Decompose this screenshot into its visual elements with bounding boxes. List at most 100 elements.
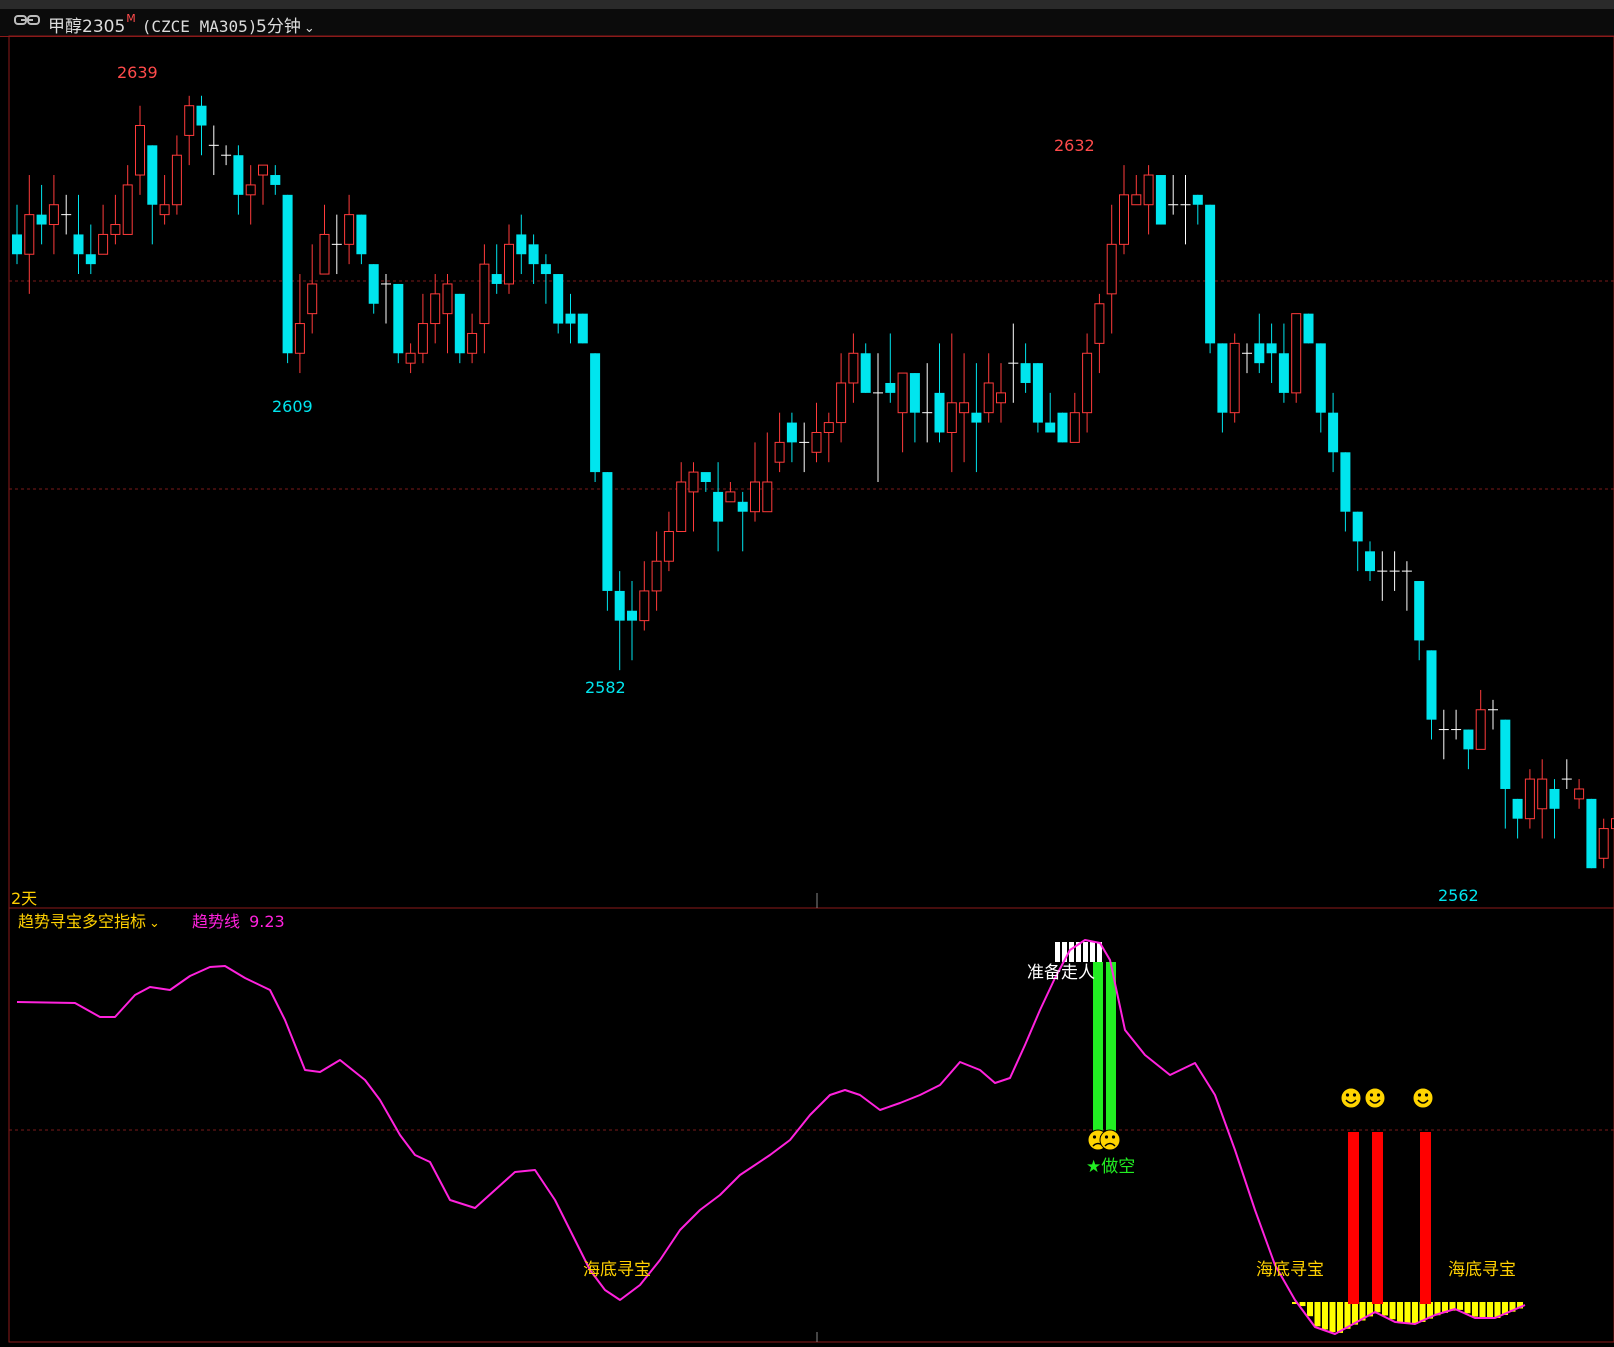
candle-body [1217, 343, 1228, 413]
candle [1020, 343, 1031, 393]
candle [737, 491, 748, 552]
candle-body [1069, 412, 1080, 443]
candle-body [135, 125, 145, 176]
face-eye [1104, 1135, 1109, 1139]
candle [430, 274, 441, 344]
bottom-fill-bar [1344, 1302, 1351, 1329]
short-signal-label: ★做空 [1086, 1157, 1136, 1177]
candle [934, 343, 945, 443]
bottom-fill-bar [1487, 1302, 1493, 1318]
bottom-fill-bar [1472, 1302, 1478, 1317]
candle-body [996, 392, 1006, 404]
candle-body [479, 263, 490, 325]
candle [848, 333, 859, 403]
candle-body [700, 472, 711, 482]
candle [233, 145, 244, 215]
candle-body [823, 422, 834, 433]
candle [1598, 818, 1609, 869]
candle [614, 571, 625, 671]
candle-body [344, 214, 355, 245]
bottom-fill-bar [1314, 1302, 1321, 1327]
candle-body [110, 224, 121, 235]
candle [184, 95, 195, 166]
chart-canvas[interactable] [0, 0, 1614, 1347]
trend-line-legend: 趋势线 9.23 [192, 908, 285, 932]
candle-body [909, 373, 920, 413]
buy-signal-bar [1372, 1132, 1383, 1304]
candle-body [368, 264, 379, 304]
candle-body [1131, 194, 1142, 206]
candle [1414, 581, 1425, 661]
candle [1168, 175, 1179, 215]
candle-body [676, 481, 687, 533]
candle-body [159, 204, 170, 216]
candle [602, 472, 613, 611]
candle-body [774, 441, 785, 463]
candle [73, 194, 84, 275]
candle [1082, 333, 1093, 433]
candle-body [725, 491, 736, 503]
candle-body [1524, 778, 1535, 820]
candle [1242, 343, 1252, 374]
candle [393, 283, 404, 364]
candle [1537, 759, 1548, 839]
candle-body [1315, 343, 1326, 413]
candle-body [122, 184, 133, 235]
candle [639, 561, 650, 631]
candle [479, 244, 490, 354]
candle-body [98, 233, 109, 255]
bottom-fill-bar [1397, 1302, 1403, 1323]
short-signal-bar [1093, 962, 1103, 1140]
candle-body [946, 402, 957, 433]
candle-body [750, 481, 760, 513]
candle [959, 353, 970, 463]
candle [1340, 452, 1351, 532]
candle-body [860, 353, 871, 393]
candle-body [430, 293, 441, 325]
bottom-label-2: 海底寻宝 [1256, 1260, 1324, 1280]
candle [1131, 175, 1142, 206]
candle-body [184, 105, 195, 136]
candle-body [577, 313, 588, 344]
candle-body [663, 531, 674, 562]
candle [1069, 392, 1080, 443]
candle [331, 214, 342, 275]
candle-body [516, 234, 527, 255]
candle [651, 531, 662, 611]
low-label-1: 2609 [272, 397, 313, 416]
face-circle [1099, 1129, 1121, 1151]
candle [159, 175, 170, 225]
indicator-selector[interactable]: 趋势寻宝多空指标 ⌄ [18, 908, 160, 932]
candle-body [405, 352, 416, 364]
period-span-label: 2天 [11, 889, 38, 908]
candle-body [356, 214, 367, 255]
candle [1549, 779, 1560, 839]
candle [344, 194, 355, 265]
bottom-label-1: 海底寻宝 [583, 1260, 651, 1280]
candle [860, 343, 871, 393]
candle [1463, 729, 1474, 770]
candle-body [504, 243, 514, 285]
candle [1426, 650, 1437, 740]
candle-body [393, 283, 404, 354]
face-circle [1412, 1087, 1434, 1109]
candle-body [491, 274, 502, 284]
candle [307, 244, 318, 334]
candle [1032, 363, 1043, 433]
candle [713, 462, 724, 552]
candle-body [983, 382, 994, 414]
candle [122, 165, 133, 235]
candle [1192, 194, 1203, 225]
candle-body [1291, 313, 1302, 394]
candle [1475, 689, 1486, 750]
candle [294, 274, 305, 374]
smiley-icon [1340, 1087, 1362, 1109]
candle [1057, 412, 1068, 443]
candle-body [897, 372, 908, 414]
low-label-3: 2562 [1438, 886, 1479, 905]
candle [1451, 709, 1462, 740]
face-eye [1417, 1093, 1422, 1097]
candle [1045, 392, 1056, 433]
short-signal-bar [1106, 962, 1116, 1140]
candle-body [1303, 313, 1314, 344]
